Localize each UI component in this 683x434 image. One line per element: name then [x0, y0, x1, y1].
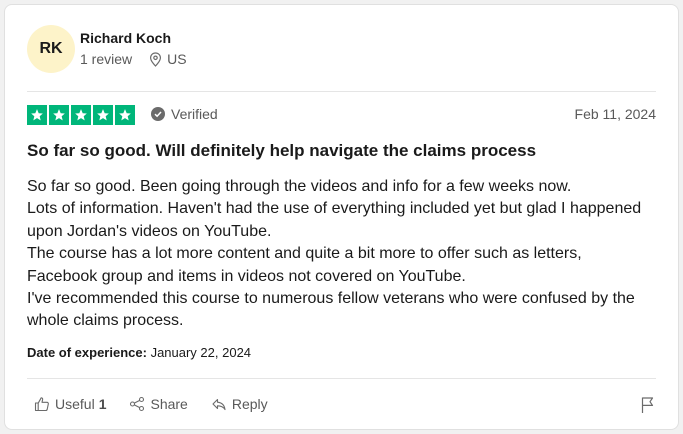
review-actions: Useful 1 Share Reply	[34, 396, 291, 412]
star-rating	[27, 105, 135, 125]
review-date: Feb 11, 2024	[574, 106, 656, 122]
share-label: Share	[150, 396, 188, 412]
thumbs-up-icon	[34, 397, 49, 412]
check-circle-icon	[151, 107, 165, 121]
reviewer-meta: 1 review US	[80, 51, 187, 67]
date-of-experience: Date of experience: January 22, 2024	[27, 345, 251, 360]
reply-button[interactable]: Reply	[211, 396, 268, 412]
star-icon	[71, 105, 91, 125]
useful-button[interactable]: Useful 1	[34, 396, 106, 412]
review-line: The course has a lot more content and qu…	[27, 245, 582, 285]
review-title[interactable]: So far so good. Will definitely help nav…	[27, 141, 536, 161]
star-icon	[49, 105, 69, 125]
review-line: So far so good. Been going through the v…	[27, 178, 572, 195]
review-card: RK Richard Koch 1 review US Verified Feb…	[4, 4, 679, 430]
review-body: So far so good. Been going through the v…	[27, 176, 647, 333]
experience-date: January 22, 2024	[150, 345, 252, 360]
experience-label: Date of experience:	[27, 345, 147, 360]
star-icon	[115, 105, 135, 125]
review-line: I've recommended this course to numerous…	[27, 290, 635, 330]
useful-label: Useful	[55, 396, 95, 412]
location-pin-icon	[149, 51, 162, 67]
reviewer-name[interactable]: Richard Koch	[80, 30, 171, 46]
flag-icon[interactable]	[640, 396, 656, 419]
review-count: 1 review	[80, 51, 133, 67]
share-button[interactable]: Share	[129, 396, 188, 412]
reviewer-country: US	[167, 51, 187, 67]
useful-count: 1	[98, 396, 107, 412]
share-icon	[130, 396, 145, 412]
star-icon	[27, 105, 47, 125]
reply-arrow-icon	[212, 398, 226, 411]
divider	[27, 378, 656, 379]
review-line: Lots of information. Haven't had the use…	[27, 200, 642, 240]
verified-label: Verified	[171, 106, 218, 122]
star-icon	[93, 105, 113, 125]
verified-badge[interactable]: Verified	[151, 106, 218, 122]
reply-label: Reply	[231, 396, 268, 412]
divider	[27, 91, 656, 92]
avatar[interactable]: RK	[27, 25, 75, 73]
